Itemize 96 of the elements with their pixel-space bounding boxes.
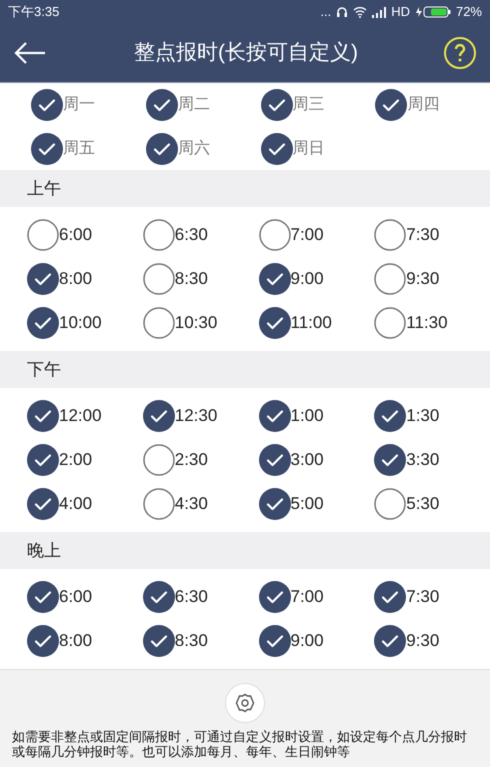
time-label: 11:30 — [406, 312, 448, 334]
checked-checkbox[interactable] — [258, 263, 290, 295]
checked-checkbox[interactable] — [258, 400, 290, 432]
headphones-icon — [336, 6, 348, 18]
checked-checkbox[interactable] — [374, 581, 406, 613]
help-icon — [454, 44, 466, 62]
checked-checkbox[interactable] — [260, 133, 292, 165]
time-label: 12:30 — [174, 405, 218, 428]
time-label: 4:00 — [59, 493, 92, 516]
time-label: 8:30 — [174, 268, 208, 290]
checked-checkbox[interactable] — [27, 488, 59, 520]
time-label: 1:00 — [290, 405, 324, 428]
unchecked-checkbox[interactable] — [258, 219, 290, 251]
checked-checkbox[interactable] — [27, 307, 59, 339]
unchecked-checkbox[interactable] — [374, 219, 406, 251]
checked-checkbox[interactable] — [31, 89, 63, 121]
time-label: 9:00 — [290, 268, 324, 290]
time-label: 7:00 — [290, 586, 324, 608]
day-label: 周六 — [178, 138, 210, 159]
time-label: 3:00 — [290, 449, 324, 472]
unchecked-checkbox[interactable] — [142, 307, 175, 339]
time-label: 5:00 — [290, 493, 324, 516]
checked-checkbox[interactable] — [374, 625, 406, 657]
checked-checkbox[interactable] — [27, 400, 59, 432]
settings-icon — [235, 693, 255, 713]
checked-checkbox[interactable] — [258, 444, 290, 476]
time-label: 10:30 — [174, 312, 218, 334]
wifi-icon — [353, 6, 368, 18]
day-label: 周日 — [292, 139, 324, 159]
checked-checkbox[interactable] — [260, 89, 292, 121]
battery-icon — [414, 6, 451, 18]
unchecked-checkbox[interactable] — [374, 263, 406, 295]
time-label: 5:30 — [406, 493, 440, 516]
unchecked-checkbox[interactable] — [142, 219, 175, 251]
time-label: 9:00 — [290, 630, 324, 652]
checked-checkbox[interactable] — [375, 89, 408, 121]
section-header: 上午 — [0, 170, 490, 207]
time-label: 11:00 — [290, 312, 332, 334]
unchecked-checkbox[interactable] — [142, 488, 175, 520]
unchecked-checkbox[interactable] — [374, 488, 406, 520]
time-label: 6:00 — [59, 586, 92, 608]
help-button[interactable] — [444, 37, 476, 69]
time-label: 7:30 — [406, 586, 440, 608]
unchecked-checkbox[interactable] — [27, 219, 59, 251]
checked-checkbox[interactable] — [258, 488, 290, 520]
checked-checkbox[interactable] — [142, 581, 175, 613]
checked-checkbox[interactable] — [258, 581, 290, 613]
checked-checkbox[interactable] — [258, 307, 290, 339]
time-label: 9:30 — [406, 268, 440, 290]
checked-checkbox[interactable] — [374, 444, 406, 476]
network-type: HD — [391, 3, 410, 22]
time-label: 8:00 — [59, 630, 92, 652]
time-label: 6:30 — [174, 224, 208, 246]
time-label: 12:00 — [59, 405, 102, 428]
checked-checkbox[interactable] — [27, 263, 59, 295]
checked-checkbox[interactable] — [27, 625, 59, 657]
time-label: 6:00 — [59, 224, 92, 246]
battery-percent: 72% — [456, 3, 482, 22]
checked-checkbox[interactable] — [31, 133, 63, 165]
checked-checkbox[interactable] — [27, 581, 59, 613]
time-label: 7:00 — [290, 224, 324, 246]
unchecked-checkbox[interactable] — [142, 444, 175, 476]
checked-checkbox[interactable] — [146, 89, 178, 121]
time-label: 2:00 — [59, 449, 92, 472]
time-label: 2:30 — [174, 449, 208, 472]
time-label: 10:00 — [59, 312, 102, 334]
checked-checkbox[interactable] — [142, 625, 175, 657]
day-label: 周二 — [178, 95, 210, 115]
time-label: 9:30 — [406, 630, 440, 652]
status-time: 下午3:35 — [8, 3, 60, 22]
checked-checkbox[interactable] — [27, 444, 59, 476]
back-arrow-icon — [14, 41, 46, 65]
unchecked-checkbox[interactable] — [374, 307, 406, 339]
checked-checkbox[interactable] — [142, 400, 175, 432]
signal-icon — [372, 6, 386, 18]
checked-checkbox[interactable] — [146, 133, 178, 165]
checked-checkbox[interactable] — [374, 400, 406, 432]
time-label: 7:30 — [406, 224, 440, 246]
day-label: 周一 — [63, 95, 95, 115]
day-label: 周四 — [407, 95, 440, 115]
time-label: 4:30 — [174, 493, 208, 516]
section-header: 晚上 — [0, 532, 490, 569]
day-label: 周三 — [292, 95, 324, 115]
section-header: 下午 — [0, 351, 490, 388]
time-label: 8:00 — [59, 268, 92, 290]
time-label: 8:30 — [174, 630, 208, 652]
time-label: 1:30 — [406, 405, 440, 428]
time-label: 3:30 — [406, 449, 440, 472]
unchecked-checkbox[interactable] — [142, 263, 175, 295]
status-dots: ... — [320, 3, 332, 22]
help-text: 如需要非整点或固定间隔报时，可通过自定义报时设置，如设定每个点几分报时或每隔几分钟报时等。也可以添加每月、每年、生日闹钟等 — [12, 729, 468, 759]
page-title: 整点报时(长按可自定义) — [134, 40, 358, 66]
time-label: 6:30 — [174, 586, 208, 608]
settings-button[interactable] — [225, 683, 265, 723]
day-label: 周五 — [63, 139, 95, 159]
checked-checkbox[interactable] — [258, 625, 290, 657]
